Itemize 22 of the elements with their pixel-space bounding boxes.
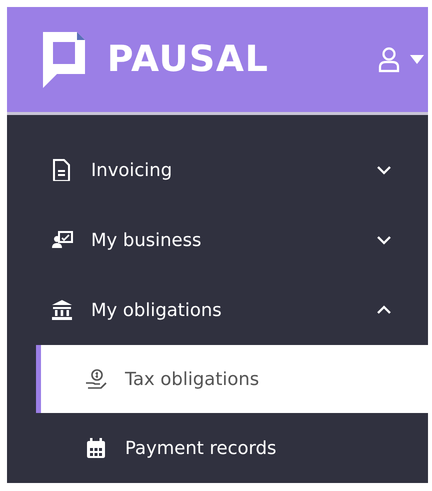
- caret-icon[interactable]: [410, 55, 424, 64]
- submenu-item[interactable]: Tax obligations: [36, 345, 428, 413]
- menu-group-label: My business: [91, 228, 202, 252]
- submenu-item-label: Tax obligations: [125, 368, 260, 392]
- chevron-up-icon[interactable]: [376, 305, 392, 315]
- chevron-down-icon[interactable]: [376, 235, 392, 245]
- menu-group[interactable]: Invoicing: [7, 135, 428, 205]
- menu-group[interactable]: My business: [7, 205, 428, 275]
- submenu-item-label: Payment records: [125, 436, 276, 460]
- menu-group[interactable]: My obligations: [7, 275, 428, 345]
- logo-text: PAUSAL: [107, 42, 269, 78]
- bank-icon: [51, 299, 73, 321]
- document-icon: [51, 159, 73, 181]
- menu-group-label: Invoicing: [91, 158, 174, 182]
- user-icon[interactable]: [378, 46, 400, 72]
- calendar-icon: [85, 437, 107, 459]
- logo-icon: [43, 32, 85, 88]
- hand-coin-icon: [85, 368, 107, 390]
- submenu-item[interactable]: Payment records: [36, 413, 428, 483]
- menu-group-label: My obligations: [91, 298, 223, 322]
- chevron-down-icon[interactable]: [376, 165, 392, 175]
- presentation-icon: [51, 229, 73, 251]
